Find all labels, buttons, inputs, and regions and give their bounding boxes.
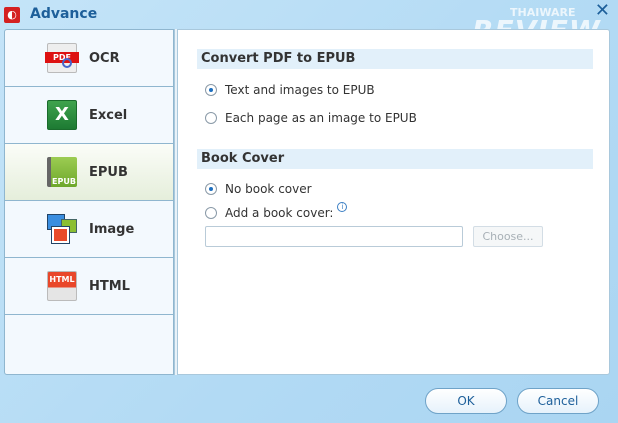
radio-label: No book cover [225,182,312,196]
sidebar-item-label: Excel [89,107,128,123]
pdf-ocr-icon: PDF [45,43,79,73]
radio-no-book-cover[interactable]: No book cover [205,182,312,196]
section-header-convert: Convert PDF to EPUB [197,49,593,69]
book-cover-path-input[interactable] [205,226,463,247]
sidebar-item-excel[interactable]: X Excel [5,87,173,144]
html-icon: HTML [47,271,77,301]
info-icon[interactable]: i [337,202,348,212]
sidebar-item-image[interactable]: Image [5,201,173,258]
sidebar-item-label: HTML [89,278,130,294]
epub-icon: EPUB [47,157,77,187]
sidebar: PDF OCR X Excel EPUB EPUB Image HTML HTM… [4,29,174,375]
window-title: Advance [30,6,98,22]
choose-button[interactable]: Choose... [473,226,543,247]
sidebar-item-label: OCR [89,50,120,66]
radio-label: Add a book cover: [225,206,334,220]
radio-button[interactable] [205,112,217,124]
sidebar-item-label: EPUB [89,164,128,180]
image-icon [47,214,77,244]
sidebar-item-html[interactable]: HTML HTML [5,258,173,315]
app-icon: ◐ [4,7,20,23]
sidebar-item-epub[interactable]: EPUB EPUB [5,144,173,201]
excel-icon: X [47,100,77,130]
close-icon[interactable]: ✕ [595,0,610,21]
section-header-book-cover: Book Cover [197,149,593,169]
sidebar-item-label: Image [89,221,135,237]
radio-label: Each page as an image to EPUB [225,111,417,125]
sidebar-item-ocr[interactable]: PDF OCR [5,30,173,87]
radio-page-as-image[interactable]: Each page as an image to EPUB [205,111,417,125]
cancel-button[interactable]: Cancel [517,388,599,414]
radio-button[interactable] [205,84,217,96]
radio-button[interactable] [205,183,217,195]
ok-button[interactable]: OK [425,388,507,414]
radio-text-and-images[interactable]: Text and images to EPUB [205,83,375,97]
radio-button[interactable] [205,207,217,219]
settings-panel: Convert PDF to EPUB Text and images to E… [178,29,610,375]
radio-add-book-cover[interactable]: Add a book cover: i [205,202,348,220]
radio-label: Text and images to EPUB [225,83,375,97]
